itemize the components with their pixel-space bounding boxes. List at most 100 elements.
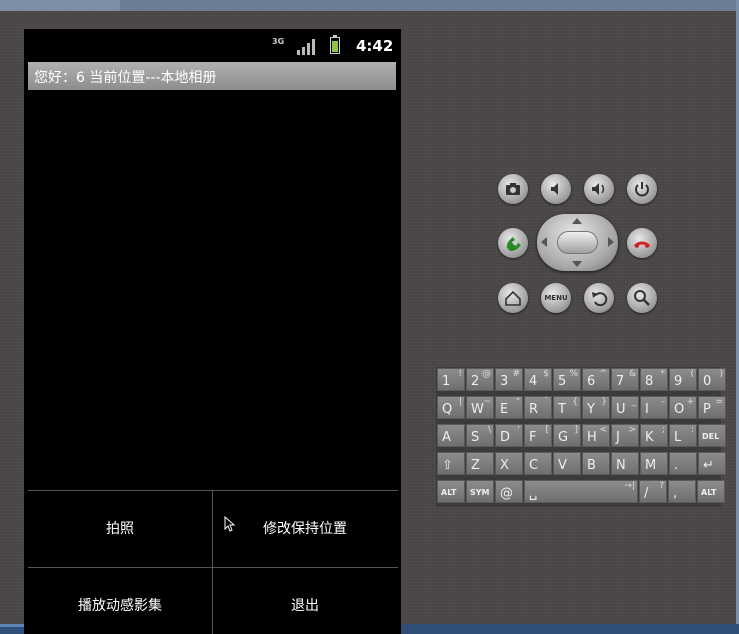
- camera-icon: [506, 183, 520, 195]
- back-button[interactable]: [584, 283, 614, 313]
- home-button[interactable]: [498, 283, 528, 313]
- key-/[interactable]: /?: [639, 480, 667, 503]
- key-alt[interactable]: ALT: [697, 480, 725, 503]
- key-2[interactable]: 2 @: [466, 368, 494, 391]
- dpad[interactable]: [537, 214, 618, 271]
- power-icon: [635, 182, 649, 197]
- key-space[interactable]: ␣ →|: [524, 480, 638, 503]
- key-label: ↵: [703, 458, 714, 473]
- key-z[interactable]: Z: [466, 452, 494, 475]
- key-label: ALT: [701, 488, 717, 497]
- key-label: 1: [442, 374, 451, 389]
- menu-button[interactable]: MENU: [541, 283, 571, 313]
- key-alt-label: ': [517, 425, 520, 435]
- key-s[interactable]: S \: [466, 424, 494, 447]
- key-label: P: [703, 402, 711, 417]
- key-7[interactable]: 7 &: [611, 368, 639, 391]
- key-label: 9: [674, 374, 683, 389]
- key-label: A: [442, 430, 451, 445]
- key-f[interactable]: F[: [524, 424, 552, 447]
- power-button[interactable]: [627, 174, 657, 204]
- key-alt-label: >: [628, 425, 636, 435]
- key-alt-label: ]: [574, 425, 578, 435]
- key-k[interactable]: K;: [640, 424, 668, 447]
- key-e[interactable]: E ": [495, 396, 523, 419]
- key-@[interactable]: @: [495, 480, 523, 503]
- key-p[interactable]: P =: [698, 396, 726, 419]
- key-a[interactable]: A: [437, 424, 465, 447]
- key-alt[interactable]: ALT: [437, 480, 465, 503]
- battery-icon: [330, 35, 340, 54]
- key-.[interactable]: .: [669, 452, 697, 475]
- volume-up-button[interactable]: [584, 174, 614, 204]
- key-alt-label: (: [690, 369, 694, 379]
- dpad-center-button[interactable]: [557, 231, 598, 254]
- key-t[interactable]: T{: [553, 396, 581, 419]
- key-n[interactable]: N: [611, 452, 639, 475]
- call-button[interactable]: [498, 228, 528, 258]
- volume-up-icon: [592, 183, 605, 195]
- key-label: 0: [703, 374, 712, 389]
- key-label: M: [645, 458, 657, 473]
- window-title-strip: [0, 0, 739, 11]
- key-d[interactable]: D ': [495, 424, 523, 447]
- key-alt-label: ?: [659, 481, 664, 491]
- key-c[interactable]: C: [524, 452, 552, 475]
- key-i[interactable]: I-: [640, 396, 668, 419]
- menu-item-play-slideshow[interactable]: 播放动感影集: [28, 568, 212, 634]
- key-l[interactable]: L:: [669, 424, 697, 447]
- back-icon: [592, 292, 608, 307]
- key-6[interactable]: 6 ^: [582, 368, 610, 391]
- key-enter[interactable]: ↵: [698, 452, 726, 475]
- key-alt-label: @: [482, 369, 491, 379]
- key-label: 6: [587, 374, 596, 389]
- key-alt-label: |: [458, 397, 462, 407]
- key-,[interactable]: ,: [668, 480, 696, 503]
- key-h[interactable]: H <: [582, 424, 610, 447]
- key-g[interactable]: G]: [553, 424, 581, 447]
- key-w[interactable]: W ~: [466, 396, 494, 419]
- key-alt-label: ~: [483, 397, 491, 407]
- menu-item-take-photo[interactable]: 拍照: [28, 491, 212, 567]
- camera-button[interactable]: [498, 174, 528, 204]
- key-5[interactable]: 5%: [553, 368, 581, 391]
- key-8[interactable]: 8 *: [640, 368, 668, 391]
- key-m[interactable]: M: [640, 452, 668, 475]
- key-v[interactable]: V: [553, 452, 581, 475]
- key-shift[interactable]: ⇧: [437, 452, 465, 475]
- key-alt-label: +: [686, 397, 694, 407]
- key-b[interactable]: B: [582, 452, 610, 475]
- search-button[interactable]: [627, 283, 657, 313]
- key-del[interactable]: DEL: [698, 424, 726, 447]
- key-4[interactable]: 4 $: [524, 368, 552, 391]
- key-label: O: [674, 402, 685, 417]
- key-r[interactable]: R `: [524, 396, 552, 419]
- menu-item-exit[interactable]: 退出: [213, 568, 397, 634]
- key-label: Z: [471, 458, 480, 473]
- key-u[interactable]: U _: [611, 396, 639, 419]
- end-call-button[interactable]: [627, 228, 657, 258]
- key-x[interactable]: X: [495, 452, 523, 475]
- key-alt-label: ": [515, 397, 520, 407]
- key-sym[interactable]: SYM: [466, 480, 494, 503]
- end-call-icon: [634, 241, 650, 248]
- key-3[interactable]: 3 #: [495, 368, 523, 391]
- key-label: R: [529, 402, 539, 417]
- key-alt-label: \: [487, 425, 491, 435]
- key-9[interactable]: 9(: [669, 368, 697, 391]
- key-label: 7: [616, 374, 625, 389]
- menu-item-change-save-location[interactable]: 修改保持位置: [213, 491, 397, 567]
- key-label: L: [674, 430, 682, 445]
- key-0[interactable]: 0): [698, 368, 726, 391]
- volume-down-button[interactable]: [541, 174, 571, 204]
- key-q[interactable]: Q |: [437, 396, 465, 419]
- key-label: B: [587, 458, 596, 473]
- hardware-keyboard: 1! 2 @3 #4 $5% 6 ^ 7 & 8 * 9(0) Q | W ~ E " R ` T{Y} U _ I - O + P =…: [436, 367, 726, 507]
- key-alt-label: ^: [599, 369, 607, 379]
- key-j[interactable]: J >: [611, 424, 639, 447]
- key-y[interactable]: Y}: [582, 396, 610, 419]
- key-o[interactable]: O +: [669, 396, 697, 419]
- key-1[interactable]: 1!: [437, 368, 465, 391]
- key-alt-label: →|: [624, 481, 635, 491]
- key-label: D: [500, 430, 511, 445]
